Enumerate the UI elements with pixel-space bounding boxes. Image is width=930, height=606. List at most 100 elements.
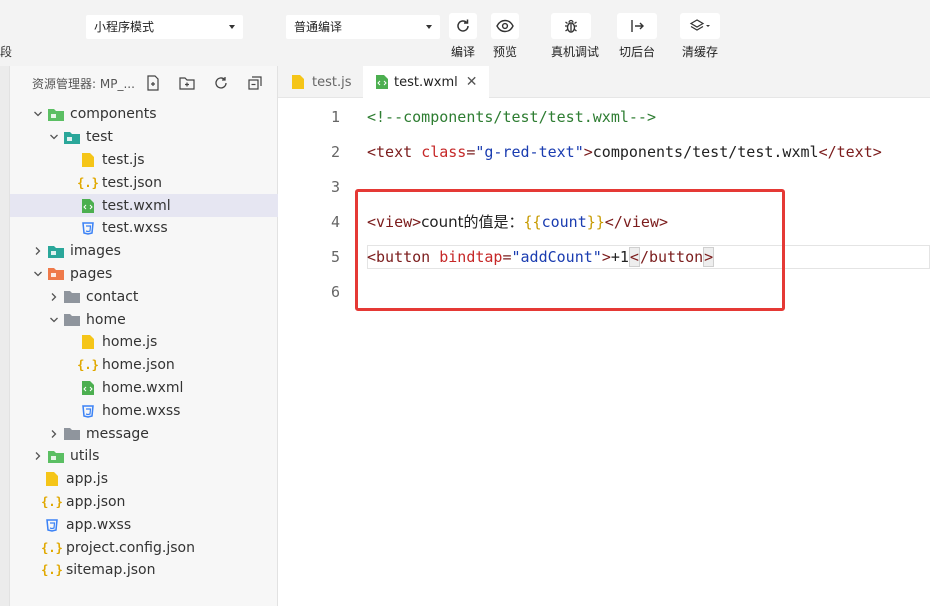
tree-folder[interactable]: pages [10, 263, 278, 286]
folder-icon [64, 426, 80, 442]
mode-select[interactable]: 小程序模式 [86, 15, 243, 39]
tree-file[interactable]: home.js [10, 331, 278, 354]
json-file-icon: {.} [41, 563, 63, 578]
folder-icon [64, 129, 80, 145]
tree-file[interactable]: app.wxss [10, 513, 278, 536]
chevron-right-icon[interactable] [48, 291, 60, 303]
tree-file[interactable]: home.wxss [10, 399, 278, 422]
compile-select-value: 普通编译 [294, 20, 343, 34]
tree-folder[interactable]: home [10, 308, 278, 331]
tree-file[interactable]: home.wxml [10, 377, 278, 400]
highlight-box [355, 189, 785, 311]
folder-icon [64, 289, 80, 305]
code-token: > [583, 142, 593, 161]
clear-cache-button[interactable]: 清缓存 [680, 13, 720, 60]
tree-item-label: home.wxml [102, 379, 184, 396]
tree-folder[interactable]: utils [10, 445, 278, 468]
tab-label: test.js [312, 74, 352, 90]
line-number: 6 [330, 282, 340, 301]
code-token: class [421, 142, 467, 161]
tree-file[interactable]: {.} project.config.json [10, 536, 278, 559]
switch-background-button[interactable]: 切后台 [617, 13, 657, 60]
chevron-down-icon[interactable] [48, 314, 60, 326]
compile-button[interactable]: 编译 [443, 13, 483, 60]
tree-folder[interactable]: components [10, 103, 278, 126]
tree-folder[interactable]: message [10, 422, 278, 445]
json-file-icon: {.} [77, 175, 99, 190]
compile-label: 编译 [450, 45, 475, 59]
real-device-debug-button[interactable]: 真机调试 [551, 13, 600, 60]
compile-select[interactable]: 普通编译 [286, 15, 440, 39]
chevron-right-icon[interactable] [32, 245, 44, 257]
tree-file[interactable]: {.} home.json [10, 354, 278, 377]
tree-item-label: components [70, 106, 157, 123]
tree-item-label: pages [70, 265, 113, 282]
js-file-icon [80, 152, 96, 168]
tree-item-label: app.js [66, 471, 108, 488]
tab-test-js[interactable]: test.js [278, 66, 363, 98]
js-file-icon [290, 74, 306, 90]
chevron-down-icon[interactable] [48, 131, 60, 143]
json-file-icon: {.} [77, 358, 99, 373]
editor-tabs: test.js test.wxml ✕ [278, 66, 930, 98]
chevron-down-icon [426, 25, 432, 29]
json-file-icon: {.} [41, 540, 63, 555]
tree-item-label: project.config.json [66, 539, 195, 556]
line-number: 5 [330, 247, 340, 266]
line-number: 2 [330, 142, 340, 161]
tree-file[interactable]: {.} app.json [10, 491, 278, 514]
tree-item-label: test.json [102, 174, 162, 191]
code-token: <text [367, 142, 413, 161]
tree-folder[interactable]: images [10, 240, 278, 263]
preview-button[interactable]: 预览 [485, 13, 525, 60]
chevron-right-icon[interactable] [32, 450, 44, 462]
tree-item-label: app.wxss [66, 516, 132, 533]
tree-file[interactable]: test.js [10, 149, 278, 172]
wxss-file-icon [44, 517, 60, 533]
real-device-debug-label: 真机调试 [551, 45, 600, 59]
chevron-down-icon[interactable] [32, 108, 44, 120]
tree-file[interactable]: {.} test.json [10, 171, 278, 194]
tree-file[interactable]: test.wxss [10, 217, 278, 240]
wxml-file-icon [80, 198, 96, 214]
switch-background-icon [631, 20, 644, 32]
new-folder-icon[interactable] [177, 74, 197, 92]
code-token: components/test/test.wxml [592, 142, 819, 161]
tree-folder[interactable]: contact [10, 285, 278, 308]
tree-item-label: app.json [66, 493, 126, 510]
collapse-all-icon[interactable] [245, 74, 265, 92]
close-icon[interactable]: ✕ [466, 74, 478, 90]
tab-test-wxml[interactable]: test.wxml ✕ [363, 66, 490, 98]
file-tree: components test test.js {.} test.json test.wx… [10, 103, 278, 582]
explorer-title: 资源管理器: MP_... [32, 76, 135, 91]
tree-item-label: utils [70, 448, 100, 465]
line-number: 3 [330, 177, 340, 196]
tree-item-label: sitemap.json [66, 562, 156, 579]
chevron-down-icon[interactable] [32, 268, 44, 280]
line-number: 1 [330, 107, 340, 126]
folder-icon [48, 243, 64, 259]
tree-file[interactable]: {.} sitemap.json [10, 559, 278, 582]
tree-item-label: home.json [102, 357, 175, 374]
eye-icon [496, 19, 514, 33]
tab-label: test.wxml [394, 74, 458, 90]
chevron-down-icon [229, 25, 235, 29]
tree-item-label: home [86, 311, 126, 328]
code-editor: test.js test.wxml ✕ 1 <!--components/tes… [278, 66, 930, 606]
chevron-right-icon[interactable] [48, 428, 60, 440]
tree-item-label: test [86, 129, 113, 146]
line-number: 4 [330, 212, 340, 231]
js-file-icon [44, 471, 60, 487]
toolbar: 段 小程序模式 普通编译 编译 预览 真机调试 切后台 清缓存 [0, 0, 930, 66]
code-comment: <!--components/test/test.wxml--> [367, 107, 656, 126]
tree-folder[interactable]: test [10, 126, 278, 149]
toolbar-edge-label: 段 [0, 45, 13, 59]
explorer-sidebar: 资源管理器: MP_... components test test.js {.} te… [10, 66, 278, 606]
new-file-icon[interactable] [143, 74, 163, 92]
code-token: </text> [818, 142, 882, 161]
tree-file[interactable]: test.wxml [10, 194, 278, 217]
refresh-icon [457, 19, 469, 32]
tree-file[interactable]: app.js [10, 468, 278, 491]
refresh-icon[interactable] [211, 74, 231, 92]
layers-icon [689, 19, 710, 31]
